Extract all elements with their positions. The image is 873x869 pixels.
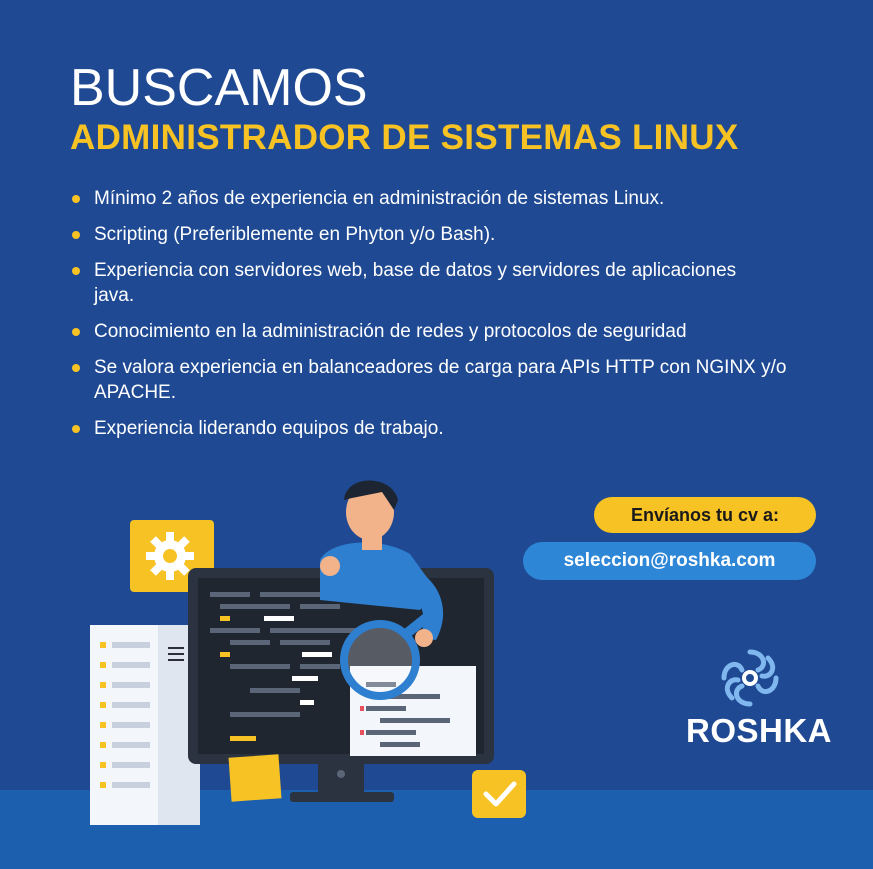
requirement-item: Mínimo 2 años de experiencia en administ…: [70, 186, 860, 211]
checkmark-icon: [472, 770, 526, 818]
job-title: ADMINISTRADOR DE SISTEMAS LINUX: [70, 118, 739, 157]
bullet-icon: [72, 364, 80, 372]
bullet-icon: [72, 231, 80, 239]
cta-label: Envíanos tu cv a:: [594, 497, 816, 533]
requirements-list: Mínimo 2 años de experiencia en administ…: [70, 186, 860, 452]
bullet-icon: [72, 425, 80, 433]
requirement-text: Se valora experiencia en balanceadores d…: [94, 357, 787, 403]
sysadmin-illustration: [90, 480, 526, 825]
requirement-item: Conocimiento en la administración de red…: [70, 319, 860, 344]
sticky-note-icon: [228, 754, 282, 802]
requirement-text: Conocimiento en la administración de red…: [94, 321, 687, 342]
requirement-item: Scripting (Preferiblemente en Phyton y/o…: [70, 222, 860, 247]
headline: BUSCAMOS: [70, 59, 368, 117]
server-rack-icon: [90, 625, 200, 825]
requirement-item: Experiencia con servidores web, base de …: [70, 258, 770, 308]
brand-name: ROSHKA: [686, 712, 833, 749]
roshka-logo-icon: [721, 649, 779, 707]
requirement-text: Scripting (Preferiblemente en Phyton y/o…: [94, 224, 496, 245]
requirement-text: Experiencia liderando equipos de trabajo…: [94, 418, 444, 439]
bullet-icon: [72, 195, 80, 203]
bullet-icon: [72, 267, 80, 275]
requirement-text: Mínimo 2 años de experiencia en administ…: [94, 188, 665, 209]
requirement-item: Se valora experiencia en balanceadores d…: [70, 355, 800, 405]
bullet-icon: [72, 328, 80, 336]
requirement-item: Experiencia liderando equipos de trabajo…: [70, 416, 860, 441]
requirement-text: Experiencia con servidores web, base de …: [94, 260, 737, 306]
email-link[interactable]: seleccion@roshka.com: [523, 542, 816, 580]
